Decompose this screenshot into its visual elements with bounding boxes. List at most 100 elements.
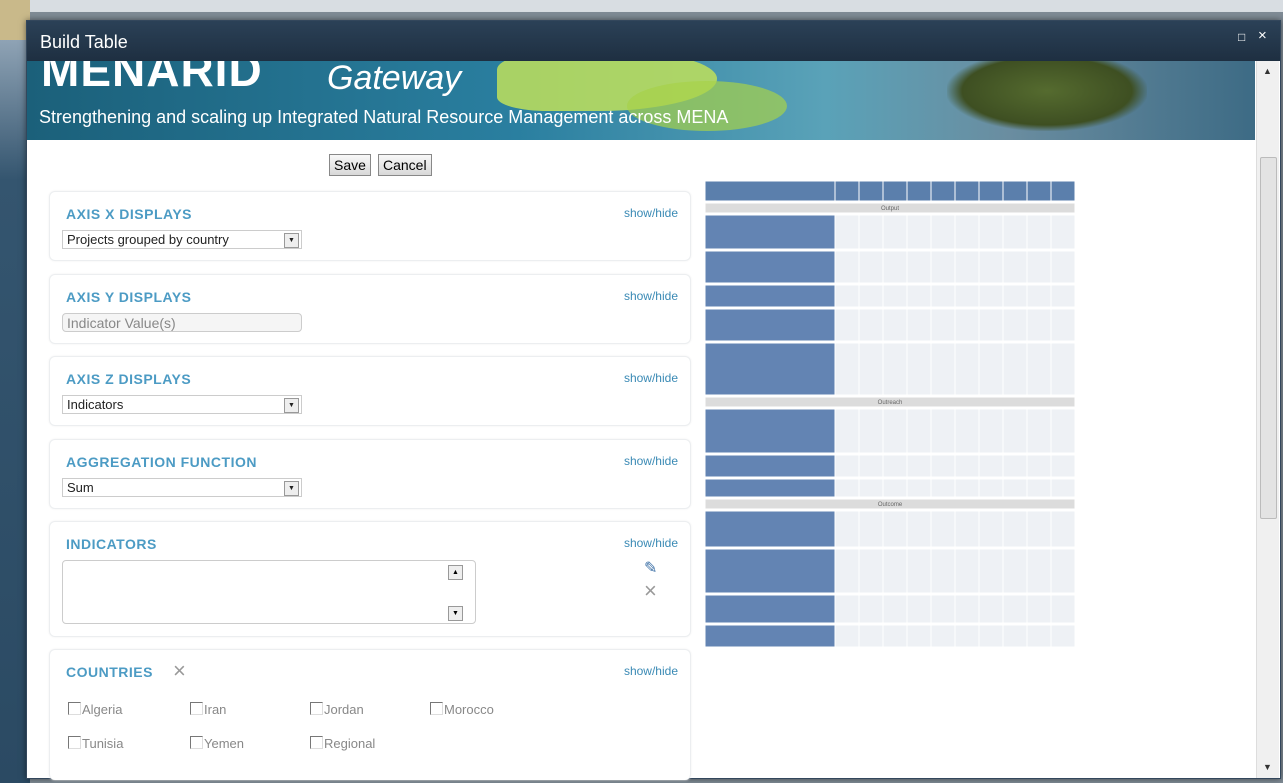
country-label: Yemen — [204, 736, 244, 751]
axis-z-title: AXIS Z DISPLAYS — [66, 371, 192, 387]
checkbox[interactable] — [190, 702, 203, 715]
preview-data-cell — [858, 308, 884, 342]
preview-data-cell — [978, 548, 1004, 594]
scroll-up-arrow[interactable]: ▲ — [1261, 65, 1274, 78]
chevron-down-icon[interactable]: ▼ — [284, 398, 299, 413]
preview-data-cell — [1050, 250, 1076, 284]
axis-y-showhide-link[interactable]: show/hide — [624, 289, 678, 303]
axis-z-select[interactable]: Indicators ▼ — [62, 395, 302, 414]
preview-header-cell — [1026, 181, 1052, 202]
checkbox[interactable] — [68, 736, 81, 749]
preview-data-cell — [978, 478, 1004, 498]
preview-data-cell — [834, 214, 860, 250]
preview-header-cell — [1002, 181, 1028, 202]
chevron-down-icon[interactable]: ▼ — [284, 481, 299, 496]
country-checkbox-jordan[interactable]: Jordan — [310, 702, 364, 717]
country-checkbox-tunisia[interactable]: Tunisia — [68, 736, 123, 751]
preview-data-cell — [978, 510, 1004, 548]
preview-data-cell — [882, 478, 908, 498]
preview-data-cell — [1050, 214, 1076, 250]
maximize-icon[interactable]: □ — [1238, 30, 1245, 44]
axis-y-title: AXIS Y DISPLAYS — [66, 289, 192, 305]
preview-data-cell — [1026, 454, 1052, 478]
preview-data-cell — [930, 624, 956, 648]
scroll-up-arrow[interactable]: ▲ — [448, 565, 463, 580]
close-icon[interactable]: × — [1258, 27, 1267, 44]
preview-data-cell — [834, 510, 860, 548]
dialog-titlebar[interactable]: Build Table □ × — [27, 21, 1280, 61]
axis-x-showhide-link[interactable]: show/hide — [624, 206, 678, 220]
table-preview: Output Outreach Outcome — [705, 181, 1076, 648]
country-checkbox-morocco[interactable]: Morocco — [430, 702, 494, 717]
preview-data-cell — [1026, 510, 1052, 548]
preview-data-cell — [834, 342, 860, 396]
save-button[interactable]: Save — [329, 154, 371, 176]
preview-data-cell — [954, 548, 980, 594]
preview-data-cell — [1002, 214, 1028, 250]
country-label: Regional — [324, 736, 376, 751]
indicators-textarea[interactable]: ▲ ▼ — [62, 560, 476, 624]
preview-data-cell — [1002, 250, 1028, 284]
preview-header-cell — [882, 181, 908, 202]
preview-data-cell — [930, 594, 956, 624]
preview-row-label — [705, 308, 836, 342]
preview-data-cell — [1050, 478, 1076, 498]
checkbox[interactable] — [430, 702, 443, 715]
country-label: Jordan — [324, 702, 364, 717]
preview-data-cell — [1026, 284, 1052, 308]
remove-icon[interactable]: × — [173, 658, 186, 684]
preview-data-cell — [1002, 624, 1028, 648]
axis-z-showhide-link[interactable]: show/hide — [624, 371, 678, 385]
preview-row-label — [705, 478, 836, 498]
scrollbar-thumb[interactable] — [1260, 157, 1277, 519]
scroll-down-arrow[interactable]: ▼ — [448, 606, 463, 621]
preview-data-cell — [954, 284, 980, 308]
axis-y-field: Indicator Value(s) — [62, 313, 302, 332]
checkbox[interactable] — [68, 702, 81, 715]
country-checkbox-algeria[interactable]: Algeria — [68, 702, 122, 717]
preview-data-cell — [1050, 308, 1076, 342]
preview-data-cell — [882, 284, 908, 308]
axis-x-select[interactable]: Projects grouped by country ▼ — [62, 230, 302, 249]
preview-data-cell — [1002, 478, 1028, 498]
preview-data-cell — [954, 478, 980, 498]
countries-showhide-link[interactable]: show/hide — [624, 664, 678, 678]
remove-icon[interactable]: × — [644, 578, 657, 604]
preview-data-cell — [954, 250, 980, 284]
dialog-scrollbar[interactable]: ▲ ▼ — [1256, 61, 1279, 778]
preview-data-cell — [882, 454, 908, 478]
preview-data-cell — [906, 284, 932, 308]
checkbox[interactable] — [190, 736, 203, 749]
country-label: Algeria — [82, 702, 123, 717]
chevron-down-icon[interactable]: ▼ — [284, 233, 299, 248]
axis-z-panel: AXIS Z DISPLAYS show/hide Indicators ▼ — [49, 356, 691, 426]
preview-data-cell — [930, 478, 956, 498]
checkbox[interactable] — [310, 702, 323, 715]
preview-data-cell — [930, 308, 956, 342]
country-checkbox-regional[interactable]: Regional — [310, 736, 375, 751]
preview-data-cell — [930, 510, 956, 548]
indicators-title: INDICATORS — [66, 536, 157, 552]
country-checkbox-yemen[interactable]: Yemen — [190, 736, 244, 751]
preview-data-cell — [834, 478, 860, 498]
preview-data-cell — [834, 284, 860, 308]
indicators-panel: INDICATORS show/hide ▲ ▼ ✎ × — [49, 521, 691, 637]
preview-data-cell — [954, 454, 980, 478]
preview-data-cell — [954, 308, 980, 342]
preview-data-cell — [954, 594, 980, 624]
preview-section-label: Output — [881, 206, 899, 212]
edit-icon[interactable]: ✎ — [644, 558, 657, 578]
aggregation-select[interactable]: Sum ▼ — [62, 478, 302, 497]
checkbox[interactable] — [310, 736, 323, 749]
indicators-showhide-link[interactable]: show/hide — [624, 536, 678, 550]
country-checkbox-iran[interactable]: Iran — [190, 702, 226, 717]
preview-data-cell — [1002, 408, 1028, 454]
preview-data-cell — [1026, 342, 1052, 396]
scroll-down-arrow[interactable]: ▼ — [1261, 761, 1274, 774]
preview-data-cell — [858, 408, 884, 454]
cancel-button[interactable]: Cancel — [378, 154, 432, 176]
preview-data-cell — [978, 308, 1004, 342]
aggregation-showhide-link[interactable]: show/hide — [624, 454, 678, 468]
preview-data-cell — [882, 548, 908, 594]
preview-data-cell — [1026, 548, 1052, 594]
